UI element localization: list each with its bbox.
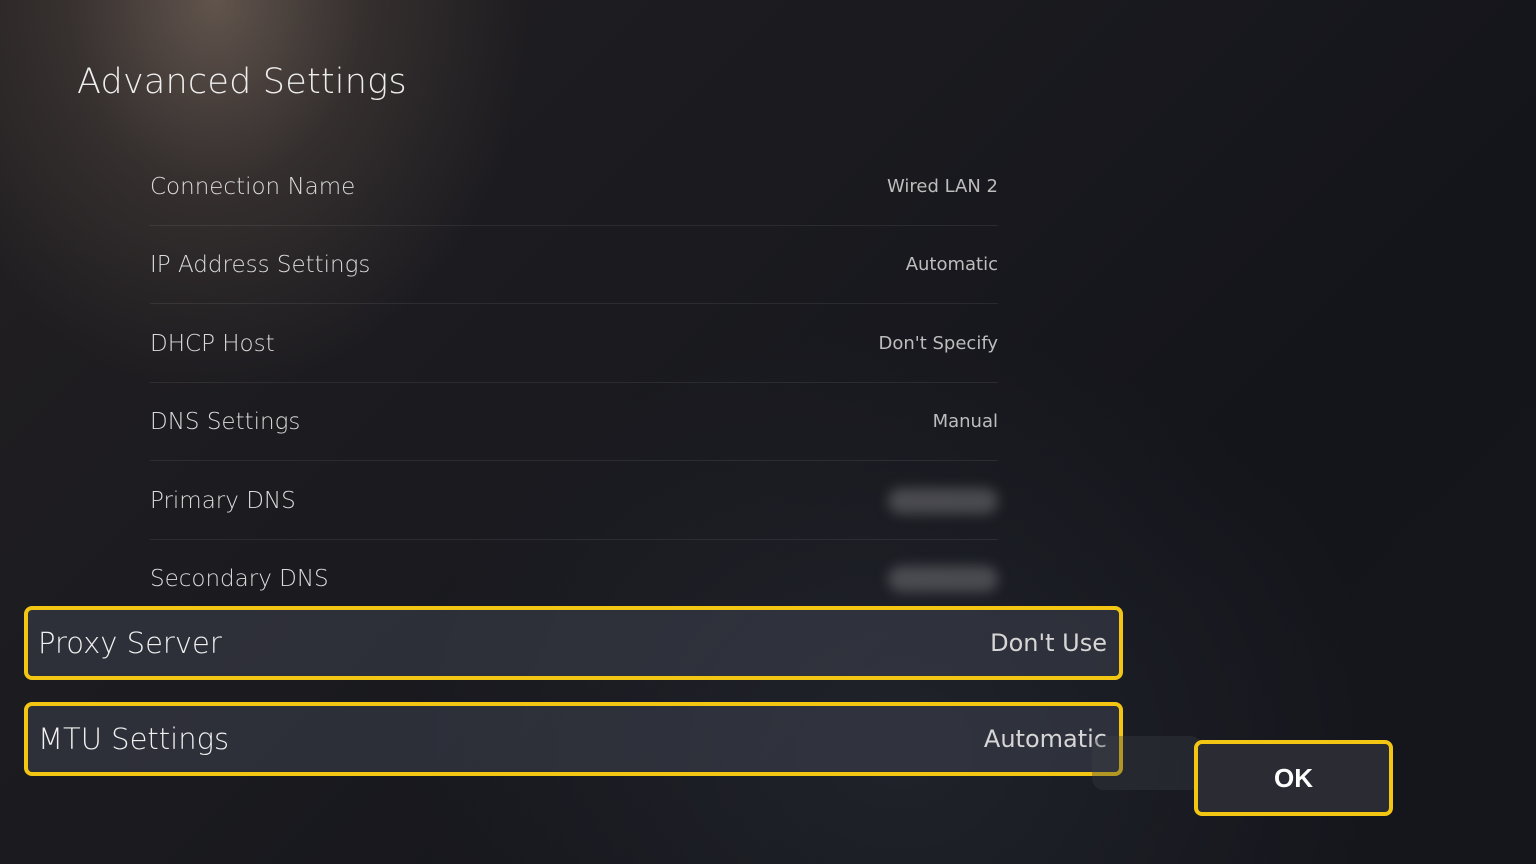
setting-label: IP Address Settings	[150, 251, 371, 278]
setting-value: Don't Use	[990, 629, 1107, 657]
setting-value: Manual	[932, 411, 998, 432]
setting-row-proxy-server[interactable]: Proxy Server Don't Use	[24, 606, 1123, 680]
settings-list: Connection Name Wired LAN 2 IP Address S…	[0, 0, 1536, 864]
setting-label: Connection Name	[150, 173, 356, 200]
setting-row-connection-name[interactable]: Connection Name Wired LAN 2	[150, 148, 998, 226]
setting-label: DHCP Host	[150, 330, 275, 357]
setting-row-dhcp-host[interactable]: DHCP Host Don't Specify	[150, 305, 998, 383]
setting-value: Automatic	[983, 725, 1107, 753]
setting-row-dns-settings[interactable]: DNS Settings Manual	[150, 383, 998, 461]
setting-row-mtu-settings[interactable]: MTU Settings Automatic	[24, 702, 1123, 776]
setting-value: Wired LAN 2	[886, 176, 998, 197]
setting-row-primary-dns[interactable]: Primary DNS	[150, 462, 998, 540]
setting-value: Automatic	[905, 254, 998, 275]
setting-label: Secondary DNS	[150, 566, 329, 592]
button-shadow	[1092, 736, 1202, 790]
redacted-value	[888, 487, 998, 514]
setting-row-ip-address-settings[interactable]: IP Address Settings Automatic	[150, 226, 998, 304]
ok-button[interactable]: OK	[1194, 740, 1393, 816]
setting-label: MTU Settings	[38, 722, 230, 756]
setting-label: Proxy Server	[38, 626, 222, 660]
setting-label: Primary DNS	[150, 487, 296, 514]
setting-value: Don't Specify	[878, 333, 998, 354]
setting-label: DNS Settings	[150, 408, 301, 435]
redacted-value	[888, 566, 998, 592]
